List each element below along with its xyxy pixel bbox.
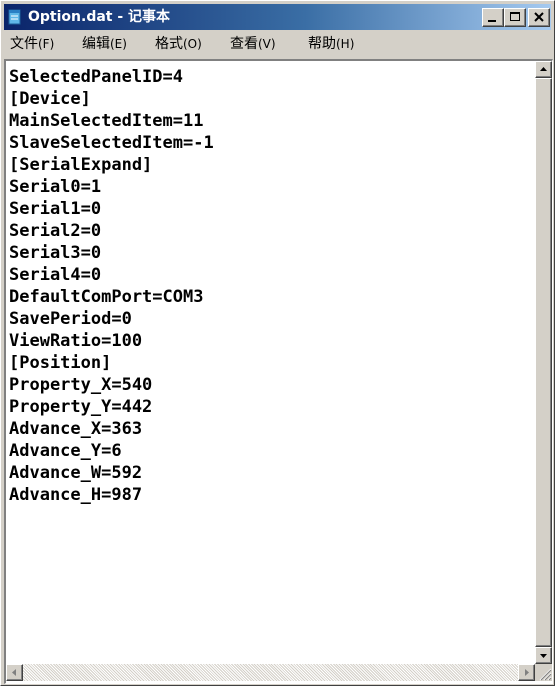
vertical-scroll-thumb[interactable] [535,78,552,647]
close-button[interactable] [528,8,550,27]
arrow-down-icon [540,654,547,658]
minimize-icon [488,20,496,22]
title-bar[interactable]: Option.dat - 记事本 [4,4,551,30]
menu-edit[interactable]: 编辑(E) [78,35,131,53]
maximize-button[interactable] [504,8,526,27]
text-line[interactable]: Property_Y=442 [9,396,152,418]
menu-format-label: 格式 [155,36,183,52]
menu-edit-accel: (E) [110,37,127,51]
resize-grip[interactable] [535,664,552,681]
menu-view[interactable]: 查看(V) [226,35,280,53]
menu-help-accel: (H) [336,37,355,51]
horizontal-scrollbar[interactable] [6,664,535,681]
menu-format-accel: (O) [183,37,202,51]
text-line[interactable]: Advance_W=592 [9,462,142,484]
text-line[interactable]: Advance_X=363 [9,418,142,440]
window-title: Option.dat - 记事本 [28,9,171,25]
menu-file[interactable]: 文件(F) [6,35,58,53]
menu-edit-label: 编辑 [82,36,110,52]
text-line[interactable]: DefaultComPort=COM3 [9,286,203,308]
scroll-up-button[interactable] [535,61,552,78]
arrow-up-icon [540,67,547,71]
text-line[interactable]: [Position] [9,352,111,374]
text-line[interactable]: Serial1=0 [9,198,101,220]
text-line[interactable]: SlaveSelectedItem=-1 [9,132,214,154]
text-editor[interactable]: SelectedPanelID=4 [Device] MainSelectedI… [6,61,535,664]
menu-help-label: 帮助 [308,36,336,52]
menu-format[interactable]: 格式(O) [151,35,206,53]
text-line[interactable]: Serial4=0 [9,264,101,286]
text-line[interactable]: Serial0=1 [9,176,101,198]
menu-bar: 文件(F) 编辑(E) 格式(O) 查看(V) 帮助(H) [4,32,551,56]
scroll-down-button[interactable] [535,647,552,664]
scroll-left-button[interactable] [6,664,23,681]
menu-view-label: 查看 [230,36,258,52]
editor-frame: SelectedPanelID=4 [Device] MainSelectedI… [4,59,553,684]
menu-file-label: 文件 [10,36,38,52]
menu-view-accel: (V) [258,37,276,51]
arrow-left-icon [12,669,16,676]
text-line[interactable]: [Device] [9,88,91,110]
text-line[interactable]: Property_X=540 [9,374,152,396]
size-grip-icon [539,668,552,681]
notepad-icon [8,9,22,25]
minimize-button[interactable] [482,8,504,27]
vertical-scrollbar[interactable] [535,61,552,664]
arrow-right-icon [525,669,529,676]
text-line[interactable]: Serial3=0 [9,242,101,264]
text-line[interactable]: Advance_Y=6 [9,440,122,462]
close-icon [534,12,544,22]
text-line[interactable]: [SerialExpand] [9,154,152,176]
maximize-icon [510,12,520,21]
menu-file-accel: (F) [38,37,55,51]
text-line[interactable]: Advance_H=987 [9,484,142,506]
text-line[interactable]: SavePeriod=0 [9,308,132,330]
text-line[interactable]: Serial2=0 [9,220,101,242]
menu-help[interactable]: 帮助(H) [304,35,358,53]
scroll-right-button[interactable] [518,664,535,681]
text-line[interactable]: MainSelectedItem=11 [9,110,203,132]
notepad-window: Option.dat - 记事本 文件(F) 编辑(E) 格式(O) 查看(V)… [0,0,555,686]
text-line[interactable]: ViewRatio=100 [9,330,142,352]
text-line[interactable]: SelectedPanelID=4 [9,66,183,88]
